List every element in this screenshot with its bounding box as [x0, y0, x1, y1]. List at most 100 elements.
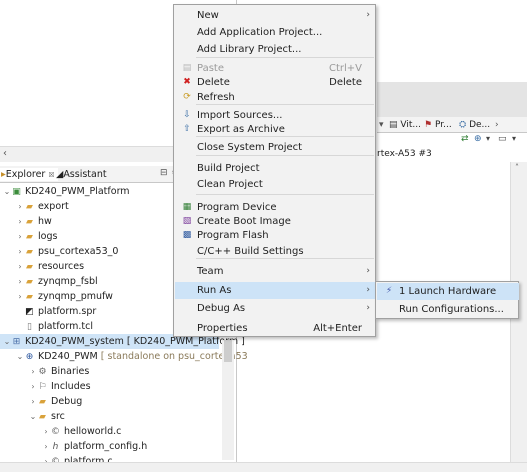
debug-target-label: rtex-A53 #3 [377, 148, 527, 161]
folder-icon: ▰ [26, 262, 33, 272]
submenu-item-run-configurations[interactable]: Run Configurations... [377, 301, 519, 318]
file-icon: ▯ [27, 322, 32, 332]
tree-item[interactable]: › ▰ Debug [0, 394, 222, 409]
tab-debug[interactable]: ⛭ De... [459, 119, 490, 132]
tab-assistant[interactable]: ◢Assistant [56, 168, 107, 181]
tree-item[interactable]: ⌄ ⊕ KD240_PWM [ standalone on psu_cortexa5… [0, 349, 248, 364]
menu-item-export-as-archive[interactable]: ⇧ Export as Archive [175, 121, 376, 138]
collapsed-twisty-icon[interactable]: › [16, 289, 24, 304]
dropdown-icon[interactable]: ▾ [486, 134, 490, 143]
tab-explorer[interactable]: ▸Explorer ☒ [0, 168, 58, 181]
submenu-arrow-icon: › [366, 266, 370, 276]
tree-item[interactable]: › ℎ platform_config.h [0, 439, 222, 454]
tab-vitis[interactable]: ▤ Vit... [389, 119, 421, 132]
folder-icon: ▰ [26, 277, 33, 287]
scroll-up-icon[interactable]: ˄ [515, 163, 519, 172]
tree-item-label: zynqmp_pmufw [38, 291, 113, 302]
collapsed-twisty-icon[interactable]: › [42, 424, 50, 439]
tree-item-label: zynqmp_fsbl [38, 276, 98, 287]
tree-item-label: platform.tcl [38, 321, 93, 332]
menu-item-c-c-build-settings[interactable]: C/C++ Build Settings [175, 243, 376, 260]
submenu-arrow-icon: › [366, 10, 370, 20]
menu-item-label: Clean Project [197, 179, 263, 190]
menu-item-add-application-project[interactable]: Add Application Project... [175, 24, 376, 41]
menu-item-label: Program Flash [197, 230, 269, 241]
collapsed-twisty-icon[interactable]: › [16, 229, 24, 244]
menu-shortcut: Alt+Enter [313, 323, 362, 334]
collapsed-twisty-icon[interactable]: › [16, 199, 24, 214]
tab-assistant-label: Assistant [63, 169, 107, 180]
folder-icon: ▰ [26, 217, 33, 227]
menu-item-clean-project[interactable]: Clean Project [175, 176, 376, 193]
menu-item-build-project[interactable]: Build Project [175, 160, 376, 177]
tree-item[interactable]: › © helloworld.c [0, 424, 222, 439]
menu-separator [196, 194, 374, 195]
view-menu-icon[interactable]: ▾ [512, 134, 516, 143]
tab-vitis-label: Vit... [400, 120, 421, 130]
debug-target-text: rtex-A53 #3 [377, 149, 432, 159]
menu-item-label: Properties [197, 323, 248, 334]
tree-item-label: export [38, 201, 69, 212]
submenu-item-1-launch-hardware[interactable]: ⚡ 1 Launch Hardware [377, 283, 519, 300]
connect-icon[interactable]: ⇄ [461, 134, 469, 144]
menu-item-team[interactable]: Team › [175, 263, 376, 280]
close-tab-icon[interactable]: ☒ [48, 171, 54, 179]
collapsed-twisty-icon[interactable]: › [16, 274, 24, 289]
tree-item[interactable]: › ⚙ Binaries [0, 364, 222, 379]
scroll-left-icon[interactable]: ‹ [3, 148, 7, 159]
right-panel-tabbar: ▾ ▤ Vit... ⚑ Pr... ⛭ De... › [377, 117, 527, 133]
folder-icon: ▰ [26, 292, 33, 302]
submenu-item-label: 1 Launch Hardware [399, 286, 497, 297]
menu-item-program-flash[interactable]: ▩ Program Flash [175, 227, 376, 244]
collapsed-twisty-icon[interactable]: › [16, 259, 24, 274]
tree-item[interactable]: › ⚐ Includes [0, 379, 222, 394]
collapse-all-icon[interactable]: ⊟ [160, 168, 168, 178]
h-file-icon: ℎ [52, 442, 59, 452]
binaries-icon: ⚙ [38, 367, 47, 377]
expanded-twisty-icon[interactable]: ⌄ [16, 349, 24, 364]
scroll-thumb[interactable] [224, 340, 232, 362]
explorer-vertical-scrollbar[interactable] [222, 340, 234, 460]
menu-item-add-library-project[interactable]: Add Library Project... [175, 41, 376, 58]
right-panel-header-strip [377, 82, 527, 117]
menu-item-label: Debug As [197, 303, 246, 314]
launch-hardware-icon: ⚡ [385, 286, 393, 296]
folder-icon: ▰ [26, 202, 33, 212]
collapsed-twisty-icon[interactable]: › [29, 364, 37, 379]
tree-item-label: psu_cortexa53_0 [38, 246, 119, 257]
collapsed-twisty-icon[interactable]: › [42, 439, 50, 454]
tab-problems[interactable]: ⚑ Pr... [424, 119, 452, 132]
more-tabs-icon[interactable]: › [495, 119, 499, 132]
system-project-icon: ⊞ [12, 337, 21, 347]
menu-item-new[interactable]: New › [175, 7, 376, 24]
menu-item-label: Close System Project [197, 142, 303, 153]
debug-icon: ⛭ [459, 120, 467, 130]
folder-icon: ▰ [39, 397, 46, 407]
minimize-icon[interactable]: ▭ [498, 134, 507, 144]
target-icon[interactable]: ⊕ [474, 134, 482, 144]
submenu-item-label: Run Configurations... [399, 304, 504, 315]
tree-item-label: Debug [51, 396, 83, 407]
menu-item-refresh[interactable]: ⟳ Refresh [175, 89, 376, 106]
menu-item-close-system-project[interactable]: Close System Project [175, 139, 376, 156]
app-project-icon: ⊕ [25, 352, 34, 362]
collapsed-twisty-icon[interactable]: › [29, 394, 37, 409]
collapsed-twisty-icon[interactable]: › [16, 244, 24, 259]
bottom-horizontal-scrollbar[interactable] [0, 462, 527, 472]
run-as-submenu: ⚡ 1 Launch Hardware Run Configurations... [375, 281, 519, 319]
tab-debug-label: De... [469, 120, 491, 130]
expanded-twisty-icon[interactable]: ⌄ [3, 334, 11, 349]
menu-item-run-as[interactable]: Run As › [175, 282, 376, 299]
collapsed-twisty-icon[interactable]: › [29, 379, 37, 394]
expanded-twisty-icon[interactable]: ⌄ [29, 409, 37, 424]
menu-item-label: C/C++ Build Settings [197, 246, 304, 257]
tree-item[interactable]: ⌄ ▰ src [0, 409, 222, 424]
menu-item-properties[interactable]: Properties Alt+Enter [175, 320, 376, 337]
menu-item-label: Add Application Project... [197, 27, 323, 38]
view-menu-icon[interactable]: ▾ [379, 119, 384, 132]
menu-item-debug-as[interactable]: Debug As › [175, 300, 376, 317]
spr-file-icon: ◩ [25, 307, 34, 317]
expanded-twisty-icon[interactable]: ⌄ [3, 184, 11, 199]
folder-icon: ▰ [26, 232, 33, 242]
collapsed-twisty-icon[interactable]: › [16, 214, 24, 229]
